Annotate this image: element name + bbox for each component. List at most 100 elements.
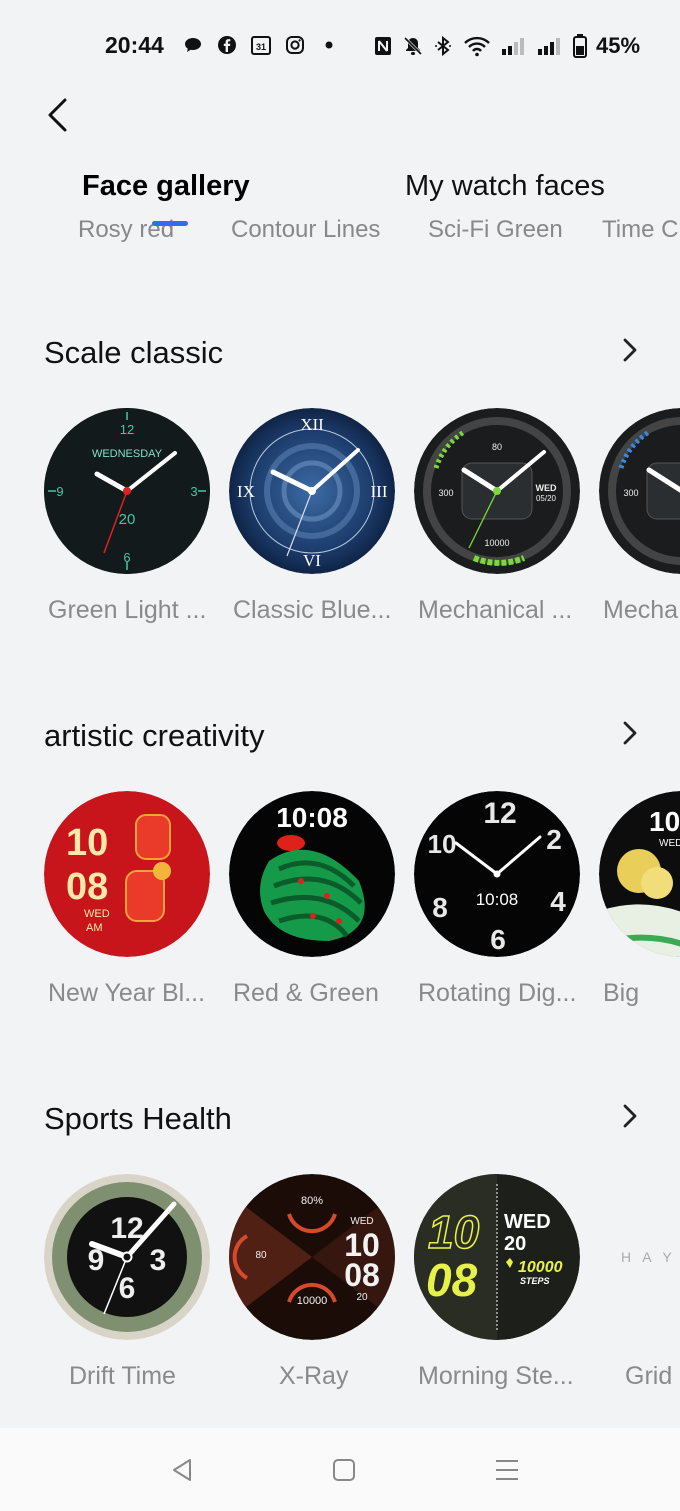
watch-face-preview: 10 WED — [599, 791, 680, 957]
svg-text:80: 80 — [255, 1250, 267, 1261]
watch-face-card[interactable]: 10 08 WED AM New Year Bl... — [44, 791, 210, 1007]
svg-text:9: 9 — [56, 484, 63, 499]
svg-text:10: 10 — [649, 806, 680, 837]
watch-face-card[interactable]: XII III VI IX Classic Blue... — [229, 408, 395, 624]
svg-text:80%: 80% — [301, 1195, 323, 1207]
svg-text:10000: 10000 — [484, 538, 509, 548]
svg-text:6: 6 — [123, 550, 130, 565]
instagram-icon — [284, 34, 306, 56]
battery-percent: 45% — [596, 33, 641, 58]
svg-text:III: III — [371, 482, 388, 501]
back-button[interactable] — [38, 94, 78, 136]
nav-back-button[interactable] — [162, 1452, 202, 1488]
faces-row: 12 3 6 9 WEDNESDAY 20 Green Light ... XI… — [0, 408, 680, 638]
svg-text:4: 4 — [550, 886, 566, 917]
nav-menu-button[interactable] — [487, 1452, 527, 1488]
watch-face-card[interactable]: 12 2 4 6 8 10 10:08 Rotating Dig... — [414, 791, 580, 1007]
svg-text:08: 08 — [66, 866, 108, 908]
watch-face-card[interactable]: H A Y Grid — [599, 1174, 680, 1390]
svg-text:WED: WED — [350, 1216, 373, 1227]
watch-face-card[interactable]: 12 3 6 9 WEDNESDAY 20 Green Light ... — [44, 408, 210, 624]
watch-face-name: New Year Bl... — [48, 979, 206, 1007]
section-title: artistic creativity — [44, 718, 265, 753]
watch-face-preview: 12 3 6 9 — [44, 1174, 210, 1340]
svg-text:20: 20 — [119, 511, 136, 528]
watch-face-card[interactable]: 300 Mecha — [599, 408, 680, 624]
watch-face-card[interactable]: 10 WED Big — [599, 791, 680, 1007]
svg-text:WED: WED — [536, 483, 557, 493]
dot-icon — [318, 34, 340, 56]
svg-text:08: 08 — [426, 1254, 478, 1306]
status-bar: 20:44 31 45% — [0, 0, 680, 92]
watch-face-preview: 10 08 WED AM — [44, 791, 210, 957]
faces-row: 12 3 6 9 Drift Time 80% 80 WED 10 08 20 … — [0, 1174, 680, 1404]
tab-indicator — [152, 221, 188, 226]
svg-text:10: 10 — [66, 822, 108, 864]
watch-face-name: Morning Ste... — [418, 1362, 574, 1390]
tab-my-watch-faces[interactable]: My watch faces — [405, 170, 605, 203]
watch-face-name: Rotating Dig... — [418, 979, 577, 1007]
watch-face-name: Drift Time — [69, 1362, 176, 1390]
system-icons: 45% — [372, 33, 640, 59]
notification-icons: 31 — [182, 34, 340, 56]
signal-icon — [500, 35, 528, 57]
system-navigation-bar — [0, 1428, 680, 1511]
svg-text:300: 300 — [623, 488, 638, 498]
triangle-back-icon — [173, 1459, 191, 1481]
watch-face-card[interactable]: 80% 80 WED 10 08 20 10000 X-Ray — [229, 1174, 395, 1390]
section-more-button[interactable] — [615, 1099, 645, 1133]
watch-face-preview: 80 300 WED 05/20 10000 — [414, 408, 580, 574]
watch-face-name: Mecha — [603, 596, 679, 624]
watch-face-preview: 12 2 4 6 8 10 10:08 — [414, 791, 580, 957]
svg-text:3: 3 — [150, 1244, 167, 1277]
section-title: Sports Health — [44, 1101, 232, 1136]
watch-face-card[interactable]: 10:08 Red & Green — [229, 791, 395, 1007]
svg-text:08: 08 — [344, 1257, 380, 1293]
watch-face-card[interactable]: 80 300 WED 05/20 10000 Mechanical ... — [414, 408, 580, 624]
svg-text:XII: XII — [300, 415, 324, 434]
svg-text:12: 12 — [483, 797, 516, 830]
nav-home-button[interactable] — [324, 1452, 364, 1488]
status-time: 20:44 — [105, 32, 164, 58]
watch-face-name: Mechanical ... — [418, 596, 573, 624]
svg-text:10000: 10000 — [297, 1295, 328, 1307]
section-more-button[interactable] — [615, 716, 645, 750]
watch-face-preview: XII III VI IX — [229, 408, 395, 574]
svg-text:2: 2 — [546, 824, 562, 855]
svg-text:12: 12 — [110, 1212, 143, 1245]
calendar-icon: 31 — [250, 34, 272, 56]
battery-icon — [572, 34, 588, 58]
svg-text:10000: 10000 — [518, 1259, 563, 1276]
svg-text:12: 12 — [120, 422, 134, 437]
chevron-left-icon — [48, 98, 67, 132]
face-label: Contour Lines — [231, 216, 381, 243]
face-label: Time C — [602, 216, 679, 243]
svg-text:80: 80 — [492, 442, 502, 452]
watch-face-name: Red & Green — [233, 979, 379, 1007]
svg-text:10: 10 — [428, 829, 457, 859]
face-label: Sci-Fi Green — [428, 216, 563, 243]
svg-text:WED: WED — [84, 908, 110, 920]
svg-text:VI: VI — [303, 551, 321, 570]
watch-face-preview: 12 3 6 9 WEDNESDAY 20 — [44, 408, 210, 574]
svg-text:6: 6 — [119, 1272, 136, 1305]
svg-text:31: 31 — [256, 42, 266, 52]
chat-icon — [182, 34, 204, 56]
svg-text:10:08: 10:08 — [276, 802, 348, 833]
square-home-icon — [333, 1459, 355, 1481]
chevron-right-icon — [623, 721, 637, 745]
svg-text:WEDNESDAY: WEDNESDAY — [92, 448, 163, 460]
svg-text:20: 20 — [504, 1233, 526, 1255]
watch-face-name: Big — [603, 979, 640, 1007]
watch-face-preview: H A Y — [599, 1174, 680, 1340]
watch-face-card[interactable]: 10 08 WED 20 10000 STEPS Morning Ste... — [414, 1174, 580, 1390]
watch-face-preview: 300 — [599, 408, 680, 574]
svg-text:AM: AM — [86, 922, 103, 934]
watch-face-name: Grid — [625, 1362, 673, 1390]
section-more-button[interactable] — [615, 333, 645, 367]
tab-face-gallery[interactable]: Face gallery — [82, 170, 250, 203]
svg-text:WED: WED — [504, 1211, 551, 1233]
svg-text:20: 20 — [356, 1292, 368, 1303]
faces-row: 10 08 WED AM New Year Bl... 10:08 Red & … — [0, 791, 680, 1021]
watch-face-card[interactable]: 12 3 6 9 Drift Time — [44, 1174, 210, 1390]
